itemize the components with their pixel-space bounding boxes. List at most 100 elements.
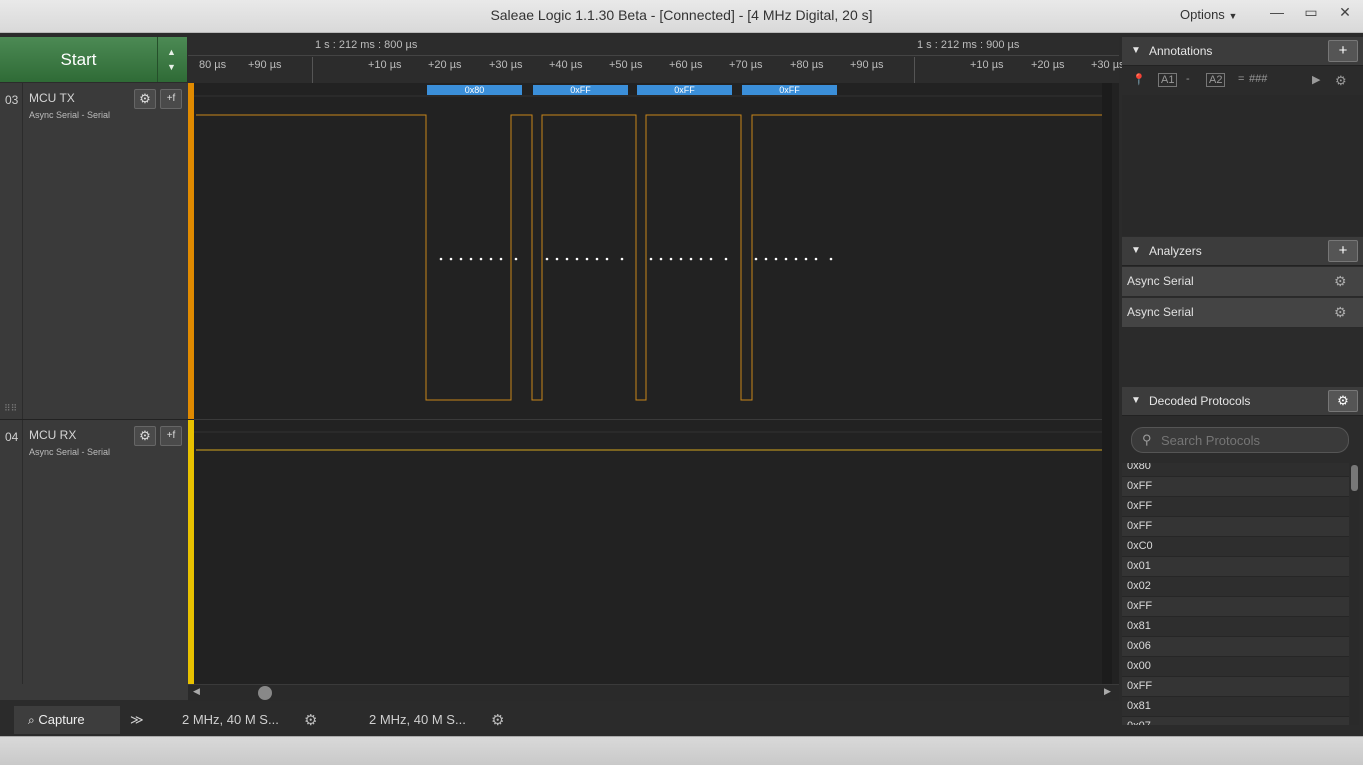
more-tabs-icon[interactable]: ≫: [130, 706, 144, 734]
bit-dot: [449, 257, 453, 261]
channel-settings-gear-icon[interactable]: ⚙: [134, 426, 156, 446]
session-1-gear-icon[interactable]: ⚙: [304, 711, 317, 729]
ruler-tick: +50 µs: [609, 59, 643, 71]
waveform-svg: [194, 95, 1112, 451]
channel-analyzer-label: Async Serial - Serial: [29, 447, 111, 457]
a1-marker[interactable]: A1: [1158, 73, 1178, 87]
add-analyzer-button[interactable]: +f: [160, 89, 182, 109]
ruler-tick: +10 µs: [970, 59, 1004, 71]
analyzer-item[interactable]: Async Serial ⚙: [1122, 267, 1363, 297]
annotation-gear-icon[interactable]: ⚙: [1335, 73, 1347, 89]
decoded-protocols-header[interactable]: ▼ Decoded Protocols ⚙: [1122, 387, 1363, 416]
bit-dot: [545, 257, 549, 261]
collapse-triangle-icon[interactable]: ▼: [1131, 37, 1141, 65]
channel-settings-gear-icon[interactable]: ⚙: [134, 89, 156, 109]
ruler-tick: +20 µs: [1031, 59, 1065, 71]
down-arrow-icon[interactable]: ▼: [167, 62, 176, 72]
annotations-body: [1122, 95, 1363, 236]
list-item[interactable]: 0x07: [1122, 717, 1349, 725]
start-button[interactable]: Start: [0, 37, 158, 82]
channel-name[interactable]: MCU TX: [29, 91, 75, 105]
bit-dot: [575, 257, 579, 261]
analyzer-gear-icon[interactable]: ⚙: [1334, 298, 1347, 327]
channel-analyzer-label: Async Serial - Serial: [29, 110, 111, 120]
ruler-big-time: 1 s : 212 ms : 900 µs: [917, 39, 1020, 51]
scroll-right-icon[interactable]: ▶: [1104, 686, 1111, 697]
tab-session-1[interactable]: 2 MHz, 40 M S...: [182, 706, 279, 734]
ruler-tick: +20 µs: [428, 59, 462, 71]
annotations-title: Annotations: [1149, 44, 1213, 58]
bit-dot: [595, 257, 599, 261]
collapse-triangle-icon[interactable]: ▼: [1131, 387, 1141, 415]
session-2-gear-icon[interactable]: ⚙: [491, 711, 504, 729]
add-analyzer-panel-button[interactable]: +: [1328, 240, 1358, 262]
add-annotation-button[interactable]: +: [1328, 40, 1358, 62]
maximize-button[interactable]: ▭: [1296, 2, 1326, 24]
analyzers-header[interactable]: ▼ Analyzers +: [1122, 237, 1363, 266]
play-icon[interactable]: ▶: [1312, 73, 1320, 86]
up-arrow-icon[interactable]: ▲: [167, 47, 176, 57]
bit-dot: [804, 257, 808, 261]
add-analyzer-button[interactable]: +f: [160, 426, 182, 446]
bit-dot: [620, 257, 624, 261]
list-item[interactable]: 0xFF: [1122, 677, 1349, 697]
a-dash: -: [1186, 73, 1190, 85]
decoded-protocols-list[interactable]: 0x80 0xFF 0xFF 0xFF 0xC0 0x01 0x02 0xFF …: [1122, 463, 1349, 725]
list-item[interactable]: 0x80: [1122, 463, 1349, 477]
collapse-triangle-icon[interactable]: ▼: [1131, 237, 1141, 265]
list-item[interactable]: 0xFF: [1122, 517, 1349, 537]
decoded-protocols-title: Decoded Protocols: [1149, 394, 1251, 408]
bit-dot: [439, 257, 443, 261]
decoded-list-scrollbar[interactable]: [1350, 463, 1359, 725]
analyzer-item[interactable]: Async Serial ⚙: [1122, 298, 1363, 328]
ruler-tick: +90 µs: [850, 59, 884, 71]
ruler-tick: +30 µs: [1091, 59, 1125, 71]
channel-row-mcu-rx[interactable]: 04 MCU RX Async Serial - Serial ⚙ +f: [0, 420, 188, 685]
list-item[interactable]: 0xFF: [1122, 477, 1349, 497]
tab-capture[interactable]: ⌕ Capture: [14, 706, 120, 734]
mcu-tx-signal: [196, 114, 1112, 401]
waveform-area[interactable]: [188, 83, 1119, 685]
scroll-thumb[interactable]: [258, 686, 272, 700]
a2-marker[interactable]: A2: [1206, 73, 1226, 87]
search-protocols-field[interactable]: ⚲: [1131, 427, 1349, 453]
protocol-bubble[interactable]: 0xFF: [637, 85, 732, 95]
window-title: Saleae Logic 1.1.30 Beta - [Connected] -…: [490, 7, 873, 23]
start-options-arrows[interactable]: ▲ ▼: [158, 37, 187, 82]
marker-pin-icon[interactable]: 📍: [1132, 73, 1146, 86]
list-item[interactable]: 0x00: [1122, 657, 1349, 677]
list-item[interactable]: 0x81: [1122, 617, 1349, 637]
decoded-list-scroll-thumb[interactable]: [1351, 465, 1358, 491]
tab-session-2[interactable]: 2 MHz, 40 M S...: [369, 706, 466, 734]
horizontal-scrollbar[interactable]: ◀ ▶: [188, 684, 1119, 701]
channel-row-mcu-tx[interactable]: 03 MCU TX Async Serial - Serial ⚙ +f ⠿⠿: [0, 83, 188, 420]
bit-dot: [649, 257, 653, 261]
capture-search-icon: ⌕: [28, 713, 35, 727]
list-item[interactable]: 0xFF: [1122, 497, 1349, 517]
list-item[interactable]: 0x06: [1122, 637, 1349, 657]
list-item[interactable]: 0x01: [1122, 557, 1349, 577]
close-button[interactable]: ✕: [1330, 2, 1360, 24]
list-item[interactable]: 0x02: [1122, 577, 1349, 597]
annotations-header[interactable]: ▼ Annotations +: [1122, 37, 1363, 66]
bit-dot: [605, 257, 609, 261]
list-item[interactable]: 0x81: [1122, 697, 1349, 717]
decoded-settings-gear-icon[interactable]: ⚙: [1328, 390, 1358, 412]
protocol-bubble[interactable]: 0xFF: [742, 85, 837, 95]
list-item[interactable]: 0xC0: [1122, 537, 1349, 557]
channel-color-bar-rx: [188, 420, 194, 685]
options-menu[interactable]: Options ▼: [1180, 7, 1237, 22]
annotation-row[interactable]: 📍 A1 - A2 = ### ▶ ⚙: [1122, 66, 1363, 94]
protocol-bubble[interactable]: 0xFF: [533, 85, 628, 95]
resize-grip-icon[interactable]: ⠿⠿: [4, 403, 17, 414]
list-item[interactable]: 0xFF: [1122, 597, 1349, 617]
bit-dot: [814, 257, 818, 261]
time-ruler[interactable]: 1 s : 212 ms : 800 µs 1 s : 212 ms : 900…: [188, 37, 1125, 84]
channel-name[interactable]: MCU RX: [29, 428, 76, 442]
protocol-bubble[interactable]: 0x80: [427, 85, 522, 95]
search-protocols-input[interactable]: [1159, 430, 1343, 450]
analyzer-gear-icon[interactable]: ⚙: [1334, 267, 1347, 296]
minimize-button[interactable]: —: [1262, 2, 1292, 24]
scroll-left-icon[interactable]: ◀: [193, 686, 200, 697]
bit-dot: [479, 257, 483, 261]
